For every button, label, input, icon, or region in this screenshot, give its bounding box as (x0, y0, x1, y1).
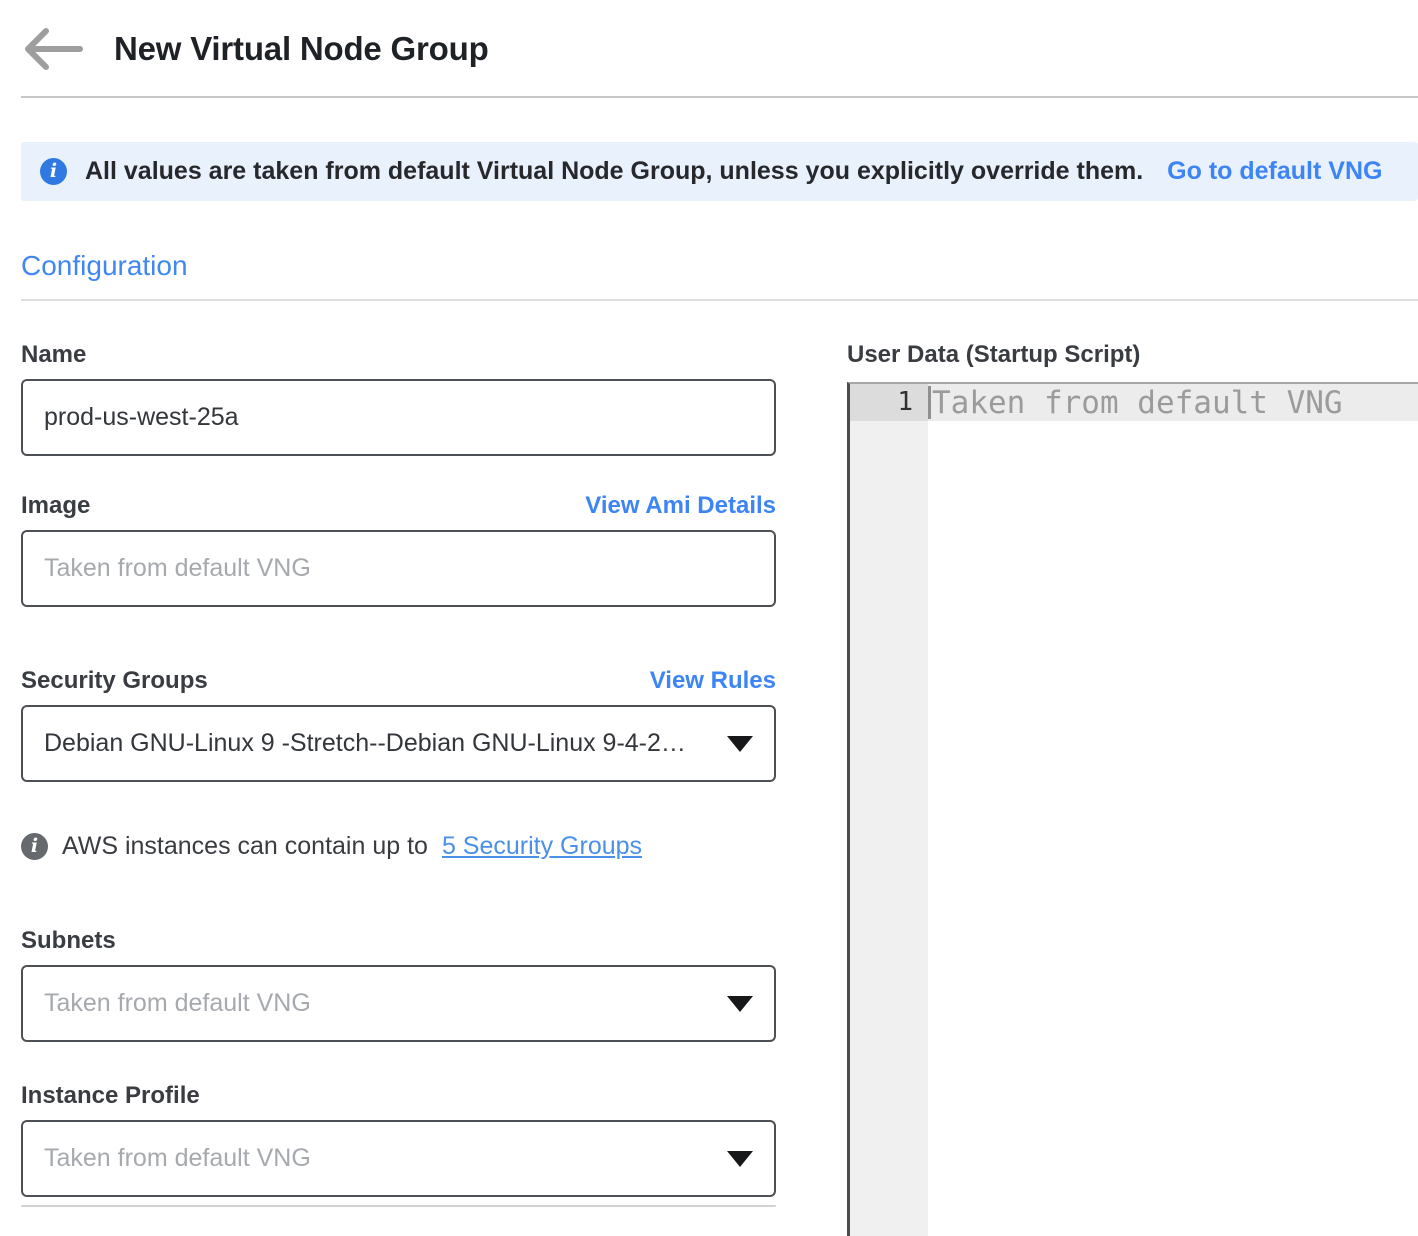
editor-active-line: Taken from default VNG (928, 384, 1418, 421)
instance-profile-select[interactable]: Taken from default VNG (21, 1120, 776, 1197)
note-text: AWS instances can contain up to (62, 832, 428, 861)
name-input[interactable] (21, 379, 776, 456)
chevron-down-icon (727, 996, 753, 1012)
image-label: Image (21, 492, 90, 520)
user-data-editor: 1 Taken from default VNG (847, 382, 1418, 1236)
name-label: Name (21, 341, 86, 369)
name-field-group: Name (21, 341, 776, 456)
subnets-field-group: Subnets Taken from default VNG (21, 927, 776, 1042)
subnets-select[interactable]: Taken from default VNG (21, 965, 776, 1042)
image-input[interactable] (21, 530, 776, 607)
info-icon: i (40, 158, 67, 185)
new-virtual-node-group-page: New Virtual Node Group i All values are … (0, 0, 1418, 1236)
banner-text: All values are taken from default Virtua… (85, 157, 1143, 186)
user-data-label: User Data (Startup Script) (847, 341, 1140, 369)
security-groups-field-group: Security Groups View Rules Debian GNU-Li… (21, 667, 776, 782)
info-banner: i All values are taken from default Virt… (21, 142, 1418, 201)
left-arrow-icon (21, 26, 83, 72)
subnets-placeholder: Taken from default VNG (44, 989, 311, 1018)
subnets-label: Subnets (21, 927, 116, 955)
page-title: New Virtual Node Group (114, 30, 489, 68)
form-right-column: User Data (Startup Script) 1 Taken from … (847, 341, 1418, 1236)
instance-profile-label: Instance Profile (21, 1082, 200, 1110)
editor-line-number: 1 (850, 384, 928, 421)
security-groups-value: Debian GNU-Linux 9 -Stretch--Debian GNU-… (44, 729, 686, 758)
security-groups-label: Security Groups (21, 667, 208, 695)
header-divider (21, 96, 1418, 98)
security-groups-note: i AWS instances can contain up to 5 Secu… (21, 832, 776, 861)
page-header: New Virtual Node Group (21, 0, 1418, 76)
editor-code-area[interactable]: Taken from default VNG (928, 384, 1418, 1236)
view-rules-link[interactable]: View Rules (650, 667, 776, 695)
editor-gutter: 1 (850, 384, 928, 1236)
view-ami-details-link[interactable]: View Ami Details (585, 492, 776, 520)
configuration-section-title: Configuration (21, 250, 1418, 282)
go-to-default-vng-link[interactable]: Go to default VNG (1167, 157, 1382, 186)
form-left-column: Name Image View Ami Details Security Gro… (21, 341, 776, 1207)
editor-placeholder: Taken from default VNG (932, 385, 1343, 421)
section-divider (21, 299, 1418, 301)
chevron-down-icon (727, 1151, 753, 1167)
text-cursor (928, 386, 931, 419)
five-security-groups-link[interactable]: 5 Security Groups (442, 832, 642, 861)
info-icon: i (21, 833, 48, 860)
instance-profile-field-group: Instance Profile Taken from default VNG (21, 1082, 776, 1197)
instance-profile-placeholder: Taken from default VNG (44, 1144, 311, 1173)
back-button[interactable] (21, 26, 83, 72)
form-columns: Name Image View Ami Details Security Gro… (21, 341, 1418, 1236)
security-groups-select[interactable]: Debian GNU-Linux 9 -Stretch--Debian GNU-… (21, 705, 776, 782)
chevron-down-icon (727, 736, 753, 752)
image-field-group: Image View Ami Details (21, 492, 776, 607)
next-element-edge (21, 1205, 776, 1207)
